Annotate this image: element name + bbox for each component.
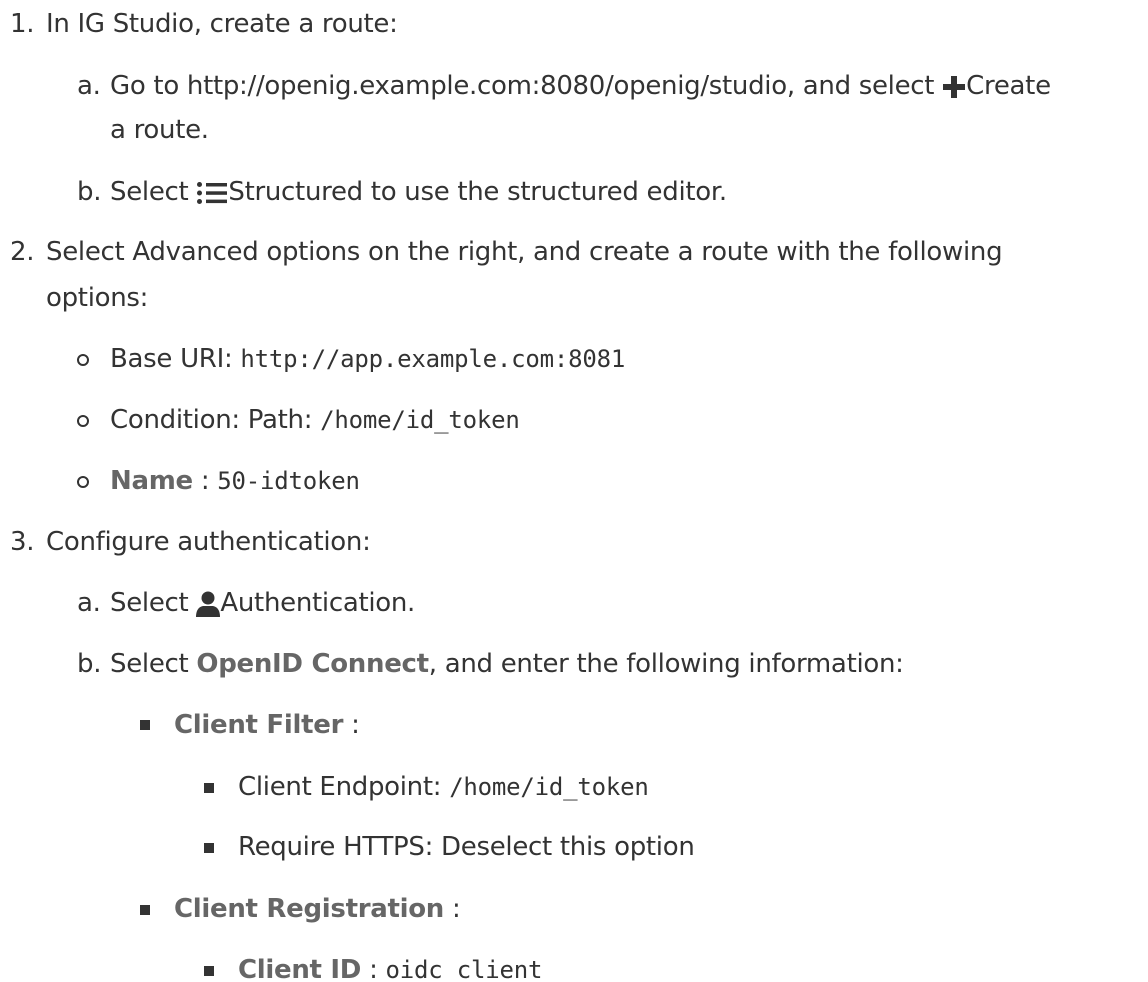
option-line: Base URI: http://app.example.com:8081 — [110, 337, 625, 381]
step-text: Select Advanced options on the right, an… — [46, 237, 1003, 267]
substep-text: Go to http://openig.example.com:8080/ope… — [110, 64, 1051, 108]
substep-text-part: Authentication. — [220, 588, 416, 618]
user-icon — [196, 591, 221, 617]
substep-letter: a. — [77, 588, 101, 618]
bullet-square — [140, 905, 150, 915]
list-item: Client Filter : — [174, 703, 360, 747]
option-line: Condition: Path: /home/id_token — [110, 398, 520, 442]
bullet-circle — [77, 415, 89, 427]
item-sep: : — [351, 710, 360, 740]
bullet-square — [204, 783, 214, 793]
substep-bold: OpenID Connect — [196, 649, 429, 679]
substep-letter: a. — [77, 71, 101, 101]
substep-text: Select OpenID Connect, and enter the fol… — [110, 642, 904, 686]
item-label: Client ID — [238, 955, 362, 982]
plus-icon — [942, 75, 966, 99]
list-item: Client ID : oidc_client — [238, 948, 542, 982]
substep-text-part: Select — [110, 588, 189, 618]
option-sep: : — [200, 466, 210, 496]
substep-text-part: Go to http://openig.example.com:8080/ope… — [110, 71, 935, 101]
bullet-square — [140, 720, 150, 730]
option-value: 50-idtoken — [217, 467, 360, 495]
item-label: Client Registration — [174, 894, 444, 924]
bullet-square — [204, 966, 214, 976]
item-label: Client Endpoint: — [238, 772, 442, 802]
step-text-cont: options: — [46, 283, 149, 313]
list-item: Client Registration : — [174, 887, 461, 931]
item-value: oidc_client — [385, 956, 543, 982]
substep-letter: b. — [77, 177, 102, 207]
bullet-circle — [77, 476, 89, 488]
substep-text-part: Select — [110, 649, 189, 679]
substep-text: Select Authentication. — [110, 581, 415, 625]
substep-text-part: Structured to use the structured editor. — [228, 177, 727, 207]
option-value: /home/id_token — [320, 406, 520, 434]
item-sep: : — [451, 894, 461, 924]
list-item: Require HTTPS: Deselect this option — [238, 825, 695, 869]
option-line: Name : 50-idtoken — [110, 459, 360, 503]
step-number: 1. — [10, 9, 35, 39]
item-label: Client Filter — [174, 710, 344, 740]
option-label: Name — [110, 466, 193, 496]
substep-text: Select Structured to use the structured … — [110, 170, 727, 214]
option-value: http://app.example.com:8081 — [240, 345, 626, 373]
bullet-square — [204, 843, 214, 853]
list-icon — [196, 181, 228, 205]
item-label: Require HTTPS: Deselect this option — [238, 832, 695, 862]
option-label: Base URI: — [110, 344, 233, 374]
substep-letter: b. — [77, 649, 102, 679]
item-value: /home/id_token — [449, 773, 649, 801]
item-sep: : — [369, 955, 378, 982]
substep-text-part: , and enter the following information: — [428, 649, 904, 679]
substep-text-part: Create — [966, 71, 1051, 101]
substep-text-part: Select — [110, 177, 189, 207]
step-number: 3. — [10, 527, 35, 557]
step-number: 2. — [10, 237, 35, 267]
list-item: Client Endpoint: /home/id_token — [238, 765, 649, 809]
bullet-circle — [77, 354, 89, 366]
step-text: Configure authentication: — [46, 527, 371, 557]
step-text: In IG Studio, create a route: — [46, 9, 398, 39]
substep-text-cont: a route. — [110, 115, 209, 145]
option-label: Condition: Path: — [110, 405, 313, 435]
